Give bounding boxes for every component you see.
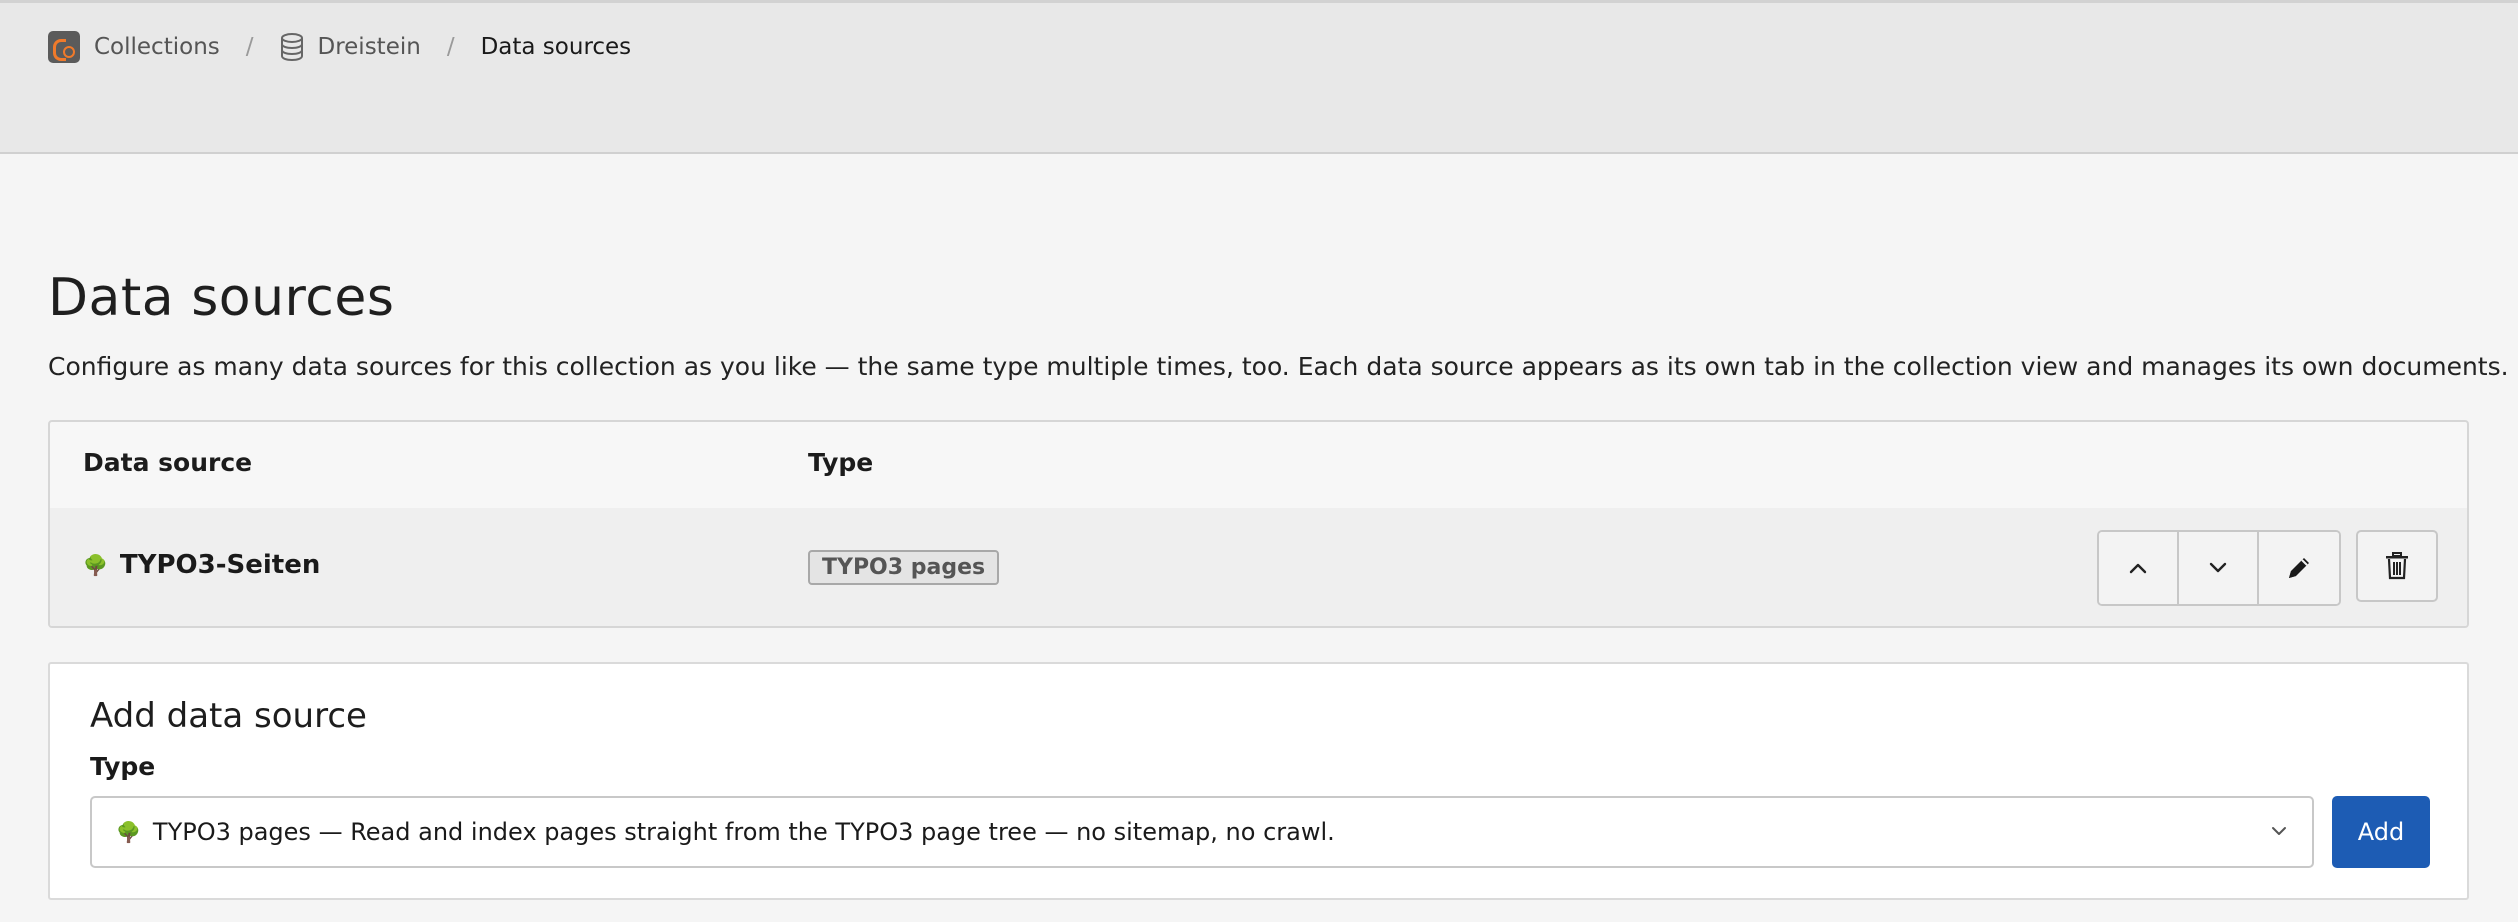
breadcrumb-separator: / [245,34,254,60]
tree-icon: 🌳 [83,553,108,577]
type-select-value: TYPO3 pages — Read and index pages strai… [152,818,1335,846]
column-header-data-source: Data source [83,448,253,477]
breadcrumb-label: Dreistein [317,34,421,60]
add-data-source-title: Add data source [90,696,367,736]
page-description: Configure as many data sources for this … [48,352,2509,381]
breadcrumb-label: Data sources [480,34,632,60]
type-select[interactable]: 🌳 TYPO3 pages — Read and index pages str… [90,796,2314,868]
breadcrumb-item-dreistein[interactable]: Dreistein [280,33,421,61]
breadcrumb-item-collections[interactable]: Collections [48,31,220,63]
column-header-type: Type [808,448,874,477]
data-source-name: 🌳 TYPO3-Seiten [83,550,320,580]
tree-icon: 🌳 [116,820,141,844]
row-action-group [2097,530,2341,606]
trash-icon [2386,552,2408,580]
data-source-name-label: TYPO3-Seiten [119,550,321,580]
breadcrumb: Collections / Dreistein / Data sources [48,29,631,65]
collections-logo-icon [48,31,80,63]
delete-button[interactable] [2356,530,2438,602]
breadcrumb-item-data-sources: Data sources [481,34,632,60]
top-header-bar: Collections / Dreistein / Data sources [0,0,2518,154]
edit-button[interactable] [2259,532,2339,604]
chevron-down-icon [2209,562,2227,573]
type-label: Type [90,752,156,781]
move-down-button[interactable] [2179,532,2259,604]
add-button[interactable]: Add [2332,796,2430,868]
pencil-icon [2289,558,2309,578]
table-row: 🌳 TYPO3-Seiten TYPO3 pages [50,508,2467,626]
add-data-source-panel: Add data source Type 🌳 TYPO3 pages — Rea… [48,662,2469,900]
move-up-button[interactable] [2099,532,2179,604]
chevron-down-icon [2272,827,2286,835]
table-header: Data source Type [50,422,2467,510]
chevron-up-icon [2129,563,2147,574]
data-sources-table: Data source Type 🌳 TYPO3-Seiten TYPO3 pa… [48,420,2469,628]
database-icon [280,33,304,61]
type-badge: TYPO3 pages [808,550,1000,585]
breadcrumb-label: Collections [94,34,220,60]
breadcrumb-separator: / [446,34,455,60]
page-title: Data sources [48,268,395,328]
